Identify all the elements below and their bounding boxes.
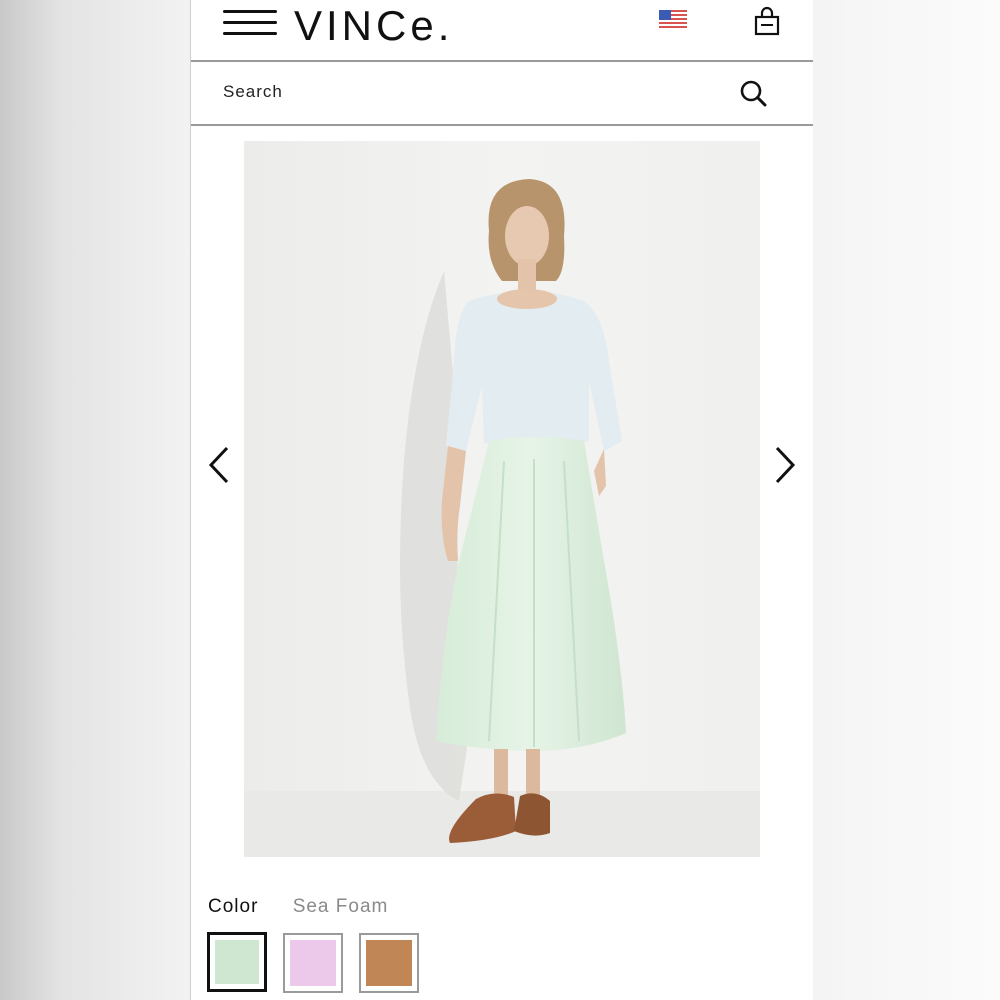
search-input[interactable]: [209, 74, 717, 110]
search-bar: [191, 62, 813, 126]
swatch-sea-foam[interactable]: [207, 932, 267, 992]
site-header: VINCe.: [191, 0, 813, 62]
product-image[interactable]: [244, 141, 760, 857]
search-icon[interactable]: [737, 77, 771, 111]
brand-logo[interactable]: VINCe.: [294, 2, 453, 50]
us-flag-icon[interactable]: [659, 10, 687, 28]
mobile-page: VINCe. Search Color Sea Foam: [190, 0, 813, 1000]
color-label: Color: [208, 896, 259, 917]
color-selector-label: Color Sea Foam: [208, 896, 388, 922]
swatch-brown[interactable]: [359, 933, 419, 993]
selected-color-name: Sea Foam: [292, 896, 389, 917]
swatch-pink[interactable]: [283, 933, 343, 993]
chevron-left-icon[interactable]: [205, 444, 233, 486]
shopping-bag-icon[interactable]: [753, 6, 781, 36]
hamburger-menu-icon[interactable]: [223, 10, 277, 36]
chevron-right-icon[interactable]: [771, 444, 799, 486]
